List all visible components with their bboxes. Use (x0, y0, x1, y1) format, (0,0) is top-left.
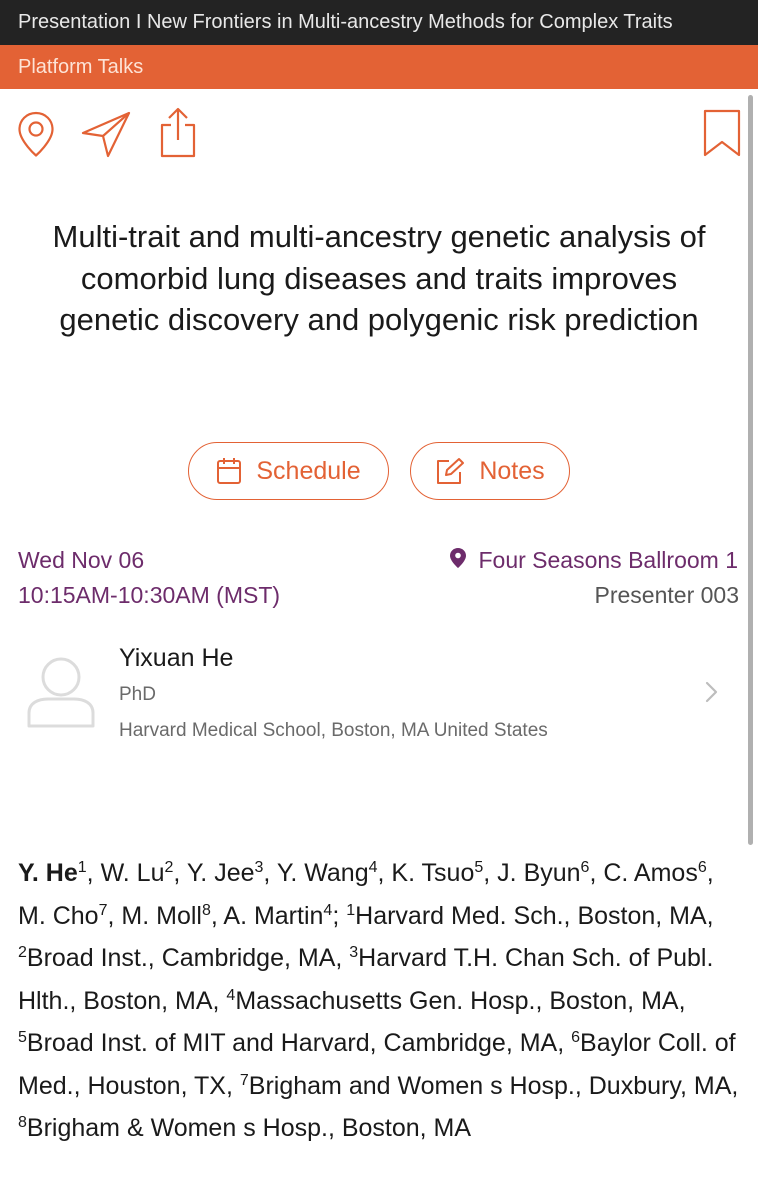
talk-date: Wed Nov 06 (18, 547, 145, 573)
location-pin-icon[interactable] (16, 110, 56, 158)
chevron-right-icon[interactable] (704, 680, 720, 709)
affiliation-number: 7 (239, 1071, 249, 1089)
send-arrow-icon[interactable] (80, 110, 132, 158)
affiliation-text: Harvard Med. Sch., Boston, MA, (355, 901, 714, 930)
author-affiliation-ref: 5 (474, 859, 484, 876)
notes-label: Notes (479, 456, 545, 485)
author-affiliation-ref: 8 (201, 901, 211, 919)
presenter-name[interactable]: Yixuan He (119, 642, 233, 674)
author-name: Y. Wang (276, 859, 369, 887)
affiliation-text: Brigham & Women s Hosp., Boston, MA (26, 1114, 472, 1142)
category-bar: Platform Talks (0, 45, 758, 89)
scrollbar[interactable] (748, 95, 753, 845)
talk-location[interactable]: Four Seasons Ballroom 1 (450, 545, 738, 575)
presentation-header-title: Presentation I New Frontiers in Multi-an… (0, 0, 758, 45)
author-affiliation-ref: 3 (254, 859, 264, 876)
affiliation-text: Massachusetts Gen. Hosp., Boston, MA, (235, 986, 686, 1015)
presenter-affiliation: Harvard Medical School, Boston, MA Unite… (119, 720, 548, 741)
affiliation-text: Broad Inst., Cambridge, MA, (26, 944, 350, 972)
affiliation-number: 6 (571, 1029, 581, 1046)
share-icon[interactable] (158, 106, 198, 158)
author-affiliation-ref: 6 (580, 859, 590, 876)
author-affiliation-ref: 2 (164, 859, 174, 876)
author-name: Y. He (18, 859, 78, 887)
bookmark-icon[interactable] (702, 108, 742, 158)
calendar-icon (216, 457, 242, 485)
map-marker-icon (450, 545, 467, 575)
notes-button[interactable]: Notes (410, 442, 570, 500)
affiliation-number: 5 (18, 1029, 27, 1046)
author-name: J. Byun (497, 859, 581, 887)
location-label: Four Seasons Ballroom 1 (478, 547, 738, 573)
author-list: Y. He1, W. Lu2, Y. Jee3, Y. Wang4, K. Ts… (18, 859, 739, 1142)
author-affiliation-ref: 4 (323, 901, 333, 919)
talk-time: 10:15AM-10:30AM (MST) (18, 582, 281, 608)
affiliation-number: 2 (18, 944, 27, 961)
affiliation-text: Broad Inst. of MIT and Harvard, Cambridg… (26, 1029, 572, 1057)
author-name: M. Moll (121, 901, 202, 930)
author-name: Y. Jee (186, 859, 255, 887)
author-name: A. Martin (223, 901, 324, 930)
edit-note-icon (435, 457, 465, 485)
author-name: C. Amos (603, 859, 698, 887)
affiliation-text: Brigham and Women s Hosp., Duxbury, MA, (248, 1071, 739, 1100)
author-name: K. Tsuo (391, 859, 475, 887)
talk-title: Multi-trait and multi-ancestry genetic a… (52, 219, 706, 337)
affiliation-number: 4 (226, 986, 236, 1004)
presenter-code: Presenter 003 (594, 582, 739, 608)
schedule-button[interactable]: Schedule (188, 442, 389, 500)
author-name: M. Cho (18, 901, 99, 930)
avatar-placeholder-icon (26, 655, 96, 734)
presenter-degree: PhD (119, 684, 156, 705)
author-affiliation-ref: 4 (368, 859, 378, 876)
affiliation-number: 8 (18, 1114, 27, 1131)
affiliation-number: 3 (349, 944, 359, 961)
author-affiliation-ref: 1 (77, 859, 87, 876)
schedule-label: Schedule (256, 456, 361, 485)
affiliation-number: 1 (346, 901, 356, 919)
author-affiliation-ref: 7 (98, 901, 108, 919)
author-name: W. Lu (100, 859, 165, 887)
author-affiliation-ref: 6 (697, 859, 707, 876)
